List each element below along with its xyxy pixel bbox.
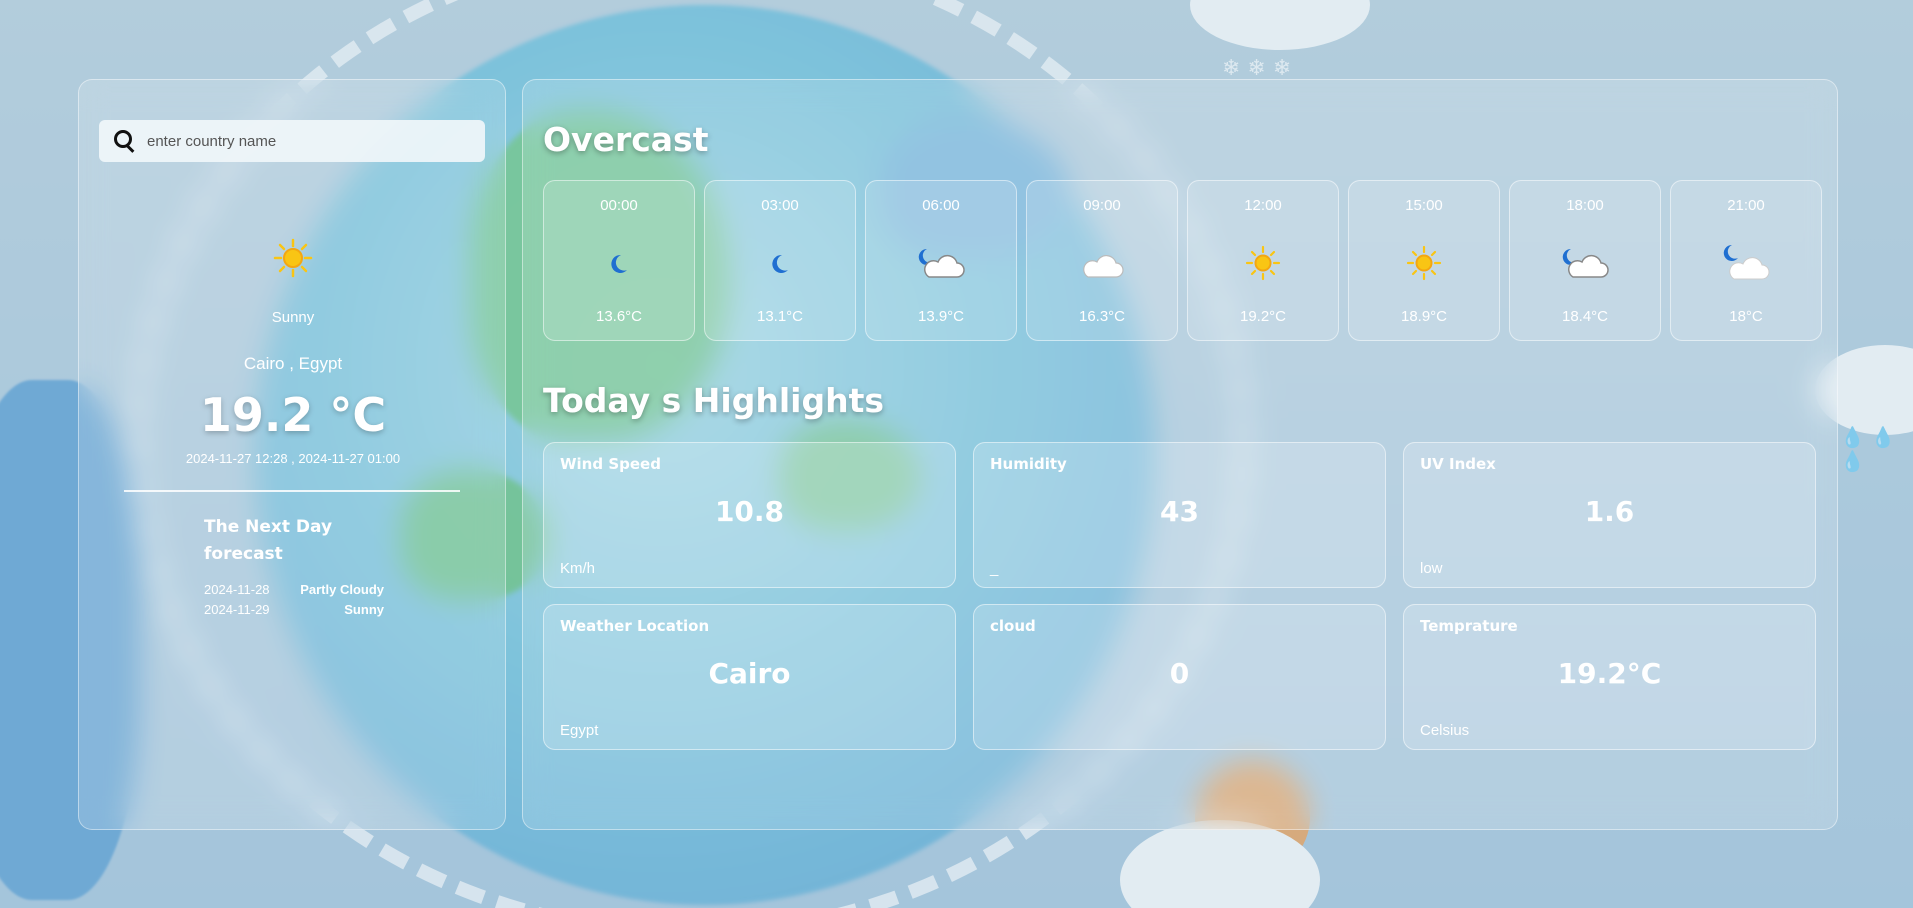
highlight-sub: Celsius — [1420, 722, 1470, 739]
next-day-forecast-title: The Next Day forecast — [204, 517, 333, 564]
highlights-grid: Wind Speed 10.8 Km/h Humidity 43 _ UV In… — [543, 442, 1816, 750]
hour-card: 21:00 18°C — [1670, 180, 1822, 341]
sun-icon — [273, 238, 313, 278]
highlight-sub: Km/h — [560, 560, 596, 577]
highlight-card-cloud: cloud 0 — [973, 604, 1386, 750]
moon-cloud-icon — [918, 248, 965, 278]
forecast-date: 2024-11-28 — [204, 582, 270, 597]
highlight-value: 43 — [1160, 495, 1199, 528]
hour-time: 00:00 — [600, 197, 638, 214]
highlight-value: Cairo — [708, 657, 791, 690]
hour-temp: 18.4°C — [1561, 308, 1609, 325]
forecast-condition: Partly Cloudy — [300, 582, 384, 597]
highlight-label: Temprature — [1420, 617, 1518, 635]
forecast-condition: Sunny — [344, 602, 384, 617]
hour-temp: 19.2°C — [1239, 308, 1287, 325]
hour-card: 03:00 13.1°C — [704, 180, 856, 341]
hour-temp: 13.9°C — [917, 308, 965, 325]
highlight-sub: Egypt — [560, 722, 599, 739]
hour-temp: 13.1°C — [756, 308, 804, 325]
hour-time: 18:00 — [1566, 197, 1604, 214]
highlight-card-humidity: Humidity 43 _ — [973, 442, 1386, 588]
hour-card: 06:00 13.9°C — [865, 180, 1017, 341]
hour-time: 09:00 — [1083, 197, 1121, 214]
highlight-value: 0 — [1169, 657, 1190, 690]
highlights-title: Today s Highlights — [543, 381, 885, 420]
highlight-sub: _ — [990, 560, 999, 577]
highlight-label: Humidity — [990, 455, 1067, 473]
hour-card: 15:00 18.9°C — [1348, 180, 1500, 341]
hour-time: 06:00 — [922, 197, 960, 214]
forecast-panel: Overcast 00:00 13.6°C 03:00 13.1°C 06:00… — [522, 79, 1838, 830]
hour-temp: 18°C — [1729, 308, 1763, 325]
search-input[interactable] — [147, 132, 467, 150]
highlight-label: Weather Location — [560, 617, 710, 635]
divider — [124, 490, 460, 492]
current-dates: 2024-11-27 12:28 , 2024-11-27 01:00 — [185, 451, 401, 466]
moon-cloud-icon — [1562, 248, 1609, 278]
highlight-card-wind-speed: Wind Speed 10.8 Km/h — [543, 442, 956, 588]
hour-card: 18:00 18.4°C — [1509, 180, 1661, 341]
highlight-value: 1.6 — [1584, 495, 1635, 528]
hour-temp: 16.3°C — [1078, 308, 1126, 325]
forecast-row: 2024-11-28 Partly Cloudy — [204, 582, 384, 602]
condition-title: Overcast — [543, 120, 709, 159]
forecast-date: 2024-11-29 — [204, 602, 270, 617]
search-icon[interactable] — [113, 129, 137, 153]
moon-icon — [611, 254, 627, 273]
forecast-row: 2024-11-29 Sunny — [204, 602, 384, 622]
hour-card: 12:00 19.2°C — [1187, 180, 1339, 341]
sun-icon — [1245, 245, 1281, 281]
sun-icon — [1406, 245, 1442, 281]
highlight-label: Wind Speed — [560, 455, 661, 473]
highlight-label: cloud — [990, 617, 1036, 635]
hour-temp: 13.6°C — [595, 308, 643, 325]
highlight-card-uv-index: UV Index 1.6 low — [1403, 442, 1816, 588]
highlight-value: 19.2°C — [1557, 657, 1662, 690]
hour-time: 21:00 — [1727, 197, 1765, 214]
highlight-value: 10.8 — [714, 495, 785, 528]
highlight-sub: low — [1420, 560, 1443, 577]
hour-time: 15:00 — [1405, 197, 1443, 214]
highlight-card-weather-location: Weather Location Cairo Egypt — [543, 604, 956, 750]
current-location: Cairo , Egypt — [243, 354, 343, 373]
hour-time: 12:00 — [1244, 197, 1282, 214]
hour-temp: 18.9°C — [1400, 308, 1448, 325]
next-day-forecast-list: 2024-11-28 Partly Cloudy 2024-11-29 Sunn… — [204, 582, 384, 622]
highlight-card-temperature: Temprature 19.2°C Celsius — [1403, 604, 1816, 750]
search-bar[interactable] — [99, 120, 485, 162]
current-condition: Sunny — [271, 309, 315, 326]
highlight-label: UV Index — [1420, 455, 1496, 473]
cloud-icon — [1083, 254, 1124, 278]
hour-card: 09:00 16.3°C — [1026, 180, 1178, 341]
current-weather-panel: Sunny Cairo , Egypt 19.2 °C 2024-11-27 1… — [78, 79, 506, 830]
hour-time: 03:00 — [761, 197, 799, 214]
hourly-forecast: 00:00 13.6°C 03:00 13.1°C 06:00 13.9°C 0… — [543, 180, 1822, 341]
moon-icon — [772, 254, 788, 273]
moon-cloud-icon — [1723, 244, 1770, 280]
hour-card: 00:00 13.6°C — [543, 180, 695, 341]
current-temperature: 19.2 °C — [199, 388, 387, 442]
